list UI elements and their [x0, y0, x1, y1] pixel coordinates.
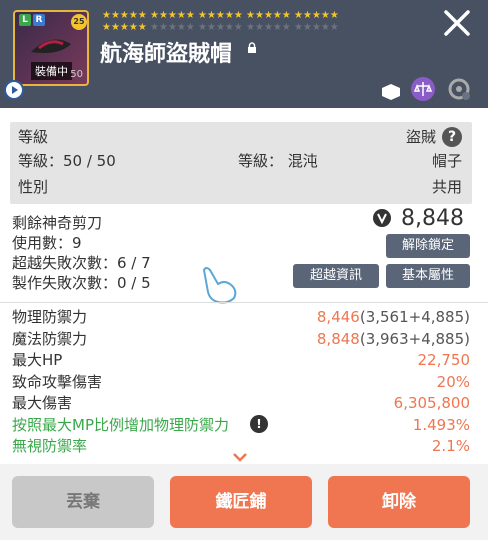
action-bar: 丟棄 鐵匠鋪 卸除 — [0, 464, 488, 540]
stat-label: 按照最大MP比例增加物理防禦力 — [12, 415, 229, 434]
item-details: 等級 盜賊 ? 等級：50 / 50 等級： 混沌 帽子 性別 共用 剩餘神奇剪… — [0, 108, 488, 464]
gender-label: 性別 — [18, 178, 49, 196]
info-icon[interactable]: ! — [250, 414, 268, 433]
equipped-badge: 裝備中 — [31, 62, 72, 80]
stat-value-number: 8,446 — [316, 308, 360, 326]
item-icon: L R 25 裝備中 50 — [13, 10, 89, 86]
legend-right-tag: R — [33, 14, 45, 26]
stat-value-number: 1.493% — [412, 415, 470, 434]
level-value: 等級：50 / 50 — [18, 152, 116, 170]
stat-label: 魔法防禦力 — [12, 329, 88, 348]
stat-value: 1.493% — [413, 416, 470, 434]
item-header: L R 25 裝備中 50 ★★★★★ ★★★★★ ★★★★★ ★★★★★ ★★… — [0, 0, 488, 108]
category-value: 帽子 — [431, 152, 462, 170]
gender-value: 共用 — [431, 178, 462, 196]
stat-value: 8,848(3,963+4,885) — [317, 330, 470, 348]
chevron-down-icon[interactable] — [232, 452, 248, 462]
lock-icon — [246, 42, 258, 57]
base-attributes-button[interactable]: 基本屬性 — [386, 264, 470, 288]
stat-value-number: 20% — [436, 372, 470, 391]
scissors-label: 剩餘神奇剪刀 — [12, 214, 103, 232]
help-icon[interactable]: ? — [442, 127, 462, 147]
stars-row-2: ★★★★★ — [102, 22, 147, 33]
stat-value-breakdown: (3,561+4,885) — [359, 308, 470, 326]
transcend-fail-count: 超越失敗次數：6 / 7 — [12, 254, 151, 272]
share-icon[interactable] — [378, 76, 404, 102]
stat-label: 最大傷害 — [12, 394, 73, 412]
item-level-small: 50 — [70, 69, 83, 80]
level-badge: 25 — [71, 14, 87, 30]
stars-row-2-empty: ★★★★★ ★★★★★ ★★★★★ ★★★★★ — [150, 22, 339, 33]
grade-value: 等級： 混沌 — [238, 152, 318, 170]
stat-label: 物理防禦力 — [12, 308, 88, 326]
stat-value-number: 2.1% — [431, 437, 470, 455]
star-force: ★★★★★ ★★★★★ ★★★★★ ★★★★★ ★★★★★ ★★★★★ ★★★★… — [102, 10, 382, 34]
pirate-hat-icon — [31, 39, 71, 53]
craft-fail-count: 製作失敗次數：0 / 5 — [12, 274, 151, 292]
stat-value: 2.1% — [432, 437, 470, 455]
settings-disabled-icon[interactable] — [446, 76, 472, 102]
stat-label: 無視防禦率 — [12, 437, 88, 455]
pointer-hand-icon — [202, 267, 237, 304]
item-title: 航海師盜賊帽 — [100, 42, 233, 67]
stat-value: 6,305,800 — [394, 394, 470, 412]
stat-value: 22,750 — [418, 351, 471, 369]
stat-value: 8,446(3,561+4,885) — [317, 308, 470, 326]
basic-info-panel: 等級 盜賊 ? 等級：50 / 50 等級： 混沌 帽子 性別 共用 — [10, 122, 472, 204]
power-value: 8,848 — [401, 206, 464, 231]
blacksmith-button[interactable]: 鐵匠鋪 — [170, 476, 312, 528]
stars-row-1: ★★★★★ ★★★★★ ★★★★★ ★★★★★ ★★★★★ — [102, 10, 339, 21]
stat-value-number: 22,750 — [417, 351, 471, 369]
close-icon[interactable] — [440, 6, 474, 40]
job-label: 盜賊 — [405, 128, 436, 146]
unequip-button[interactable]: 卸除 — [328, 476, 470, 528]
section-divider — [0, 302, 488, 303]
stat-value: 20% — [437, 373, 470, 391]
stat-value-number: 6,305,800 — [393, 394, 470, 412]
play-icon[interactable] — [4, 80, 24, 100]
transcend-info-button[interactable]: 超越資訊 — [293, 264, 379, 288]
unlock-button[interactable]: 解除鎖定 — [386, 234, 470, 258]
stat-value-breakdown: (3,963+4,885) — [359, 329, 470, 348]
scale-icon[interactable] — [410, 76, 436, 102]
stat-value-number: 8,848 — [316, 329, 360, 348]
uses-count: 使用數：9 — [12, 234, 82, 252]
level-label: 等級 — [18, 128, 49, 146]
legend-left-tag: L — [19, 14, 31, 26]
stat-label: 致命攻擊傷害 — [12, 372, 103, 391]
stat-label: 最大HP — [12, 351, 63, 369]
power-icon — [373, 209, 391, 227]
discard-button[interactable]: 丟棄 — [12, 476, 154, 528]
